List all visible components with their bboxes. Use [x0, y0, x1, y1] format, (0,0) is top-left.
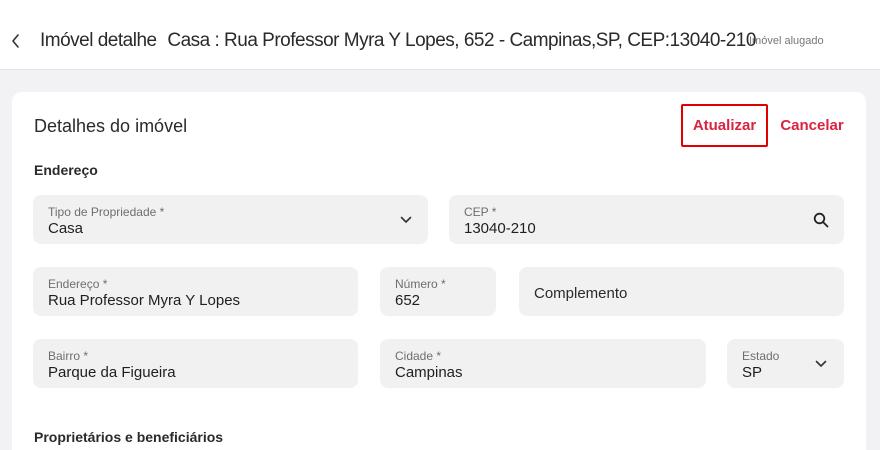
top-bar: Imóvel detalhe Casa : Rua Professor Myra…: [0, 0, 880, 70]
page-title: Imóvel detalhe Casa : Rua Professor Myra…: [40, 30, 756, 52]
street-label: Endereço *: [48, 277, 108, 291]
back-button[interactable]: [6, 30, 24, 56]
street-value: Rua Professor Myra Y Lopes: [48, 292, 241, 309]
status-badge: Imóvel alugado: [749, 35, 824, 47]
page-title-prefix: Imóvel detalhe: [40, 30, 157, 51]
neighborhood-label: Bairro *: [48, 349, 89, 363]
section-title-owners: Proprietários e beneficiários: [34, 429, 224, 445]
chevron-down-icon: [397, 211, 415, 229]
complement-field[interactable]: Complemento: [519, 267, 844, 316]
state-select[interactable]: Estado SP: [727, 339, 844, 388]
number-field[interactable]: Número * 652: [380, 267, 496, 316]
neighborhood-value: Parque da Figueira: [48, 364, 176, 381]
update-button[interactable]: Atualizar: [681, 104, 768, 147]
number-value: 652: [395, 292, 421, 309]
property-type-label: Tipo de Propriedade *: [48, 205, 165, 219]
section-title-address: Endereço: [34, 162, 98, 178]
cancel-button[interactable]: Cancelar: [776, 104, 848, 147]
property-type-select[interactable]: Tipo de Propriedade * Casa: [33, 195, 428, 244]
city-field[interactable]: Cidade * Campinas: [380, 339, 706, 388]
cep-field[interactable]: CEP * 13040-210: [449, 195, 844, 244]
city-value: Campinas: [395, 364, 463, 381]
number-label: Número *: [395, 277, 446, 291]
city-label: Cidade *: [395, 349, 442, 363]
cep-label: CEP *: [464, 205, 497, 219]
search-icon[interactable]: [812, 211, 830, 229]
street-field[interactable]: Endereço * Rua Professor Myra Y Lopes: [33, 267, 358, 316]
chevron-down-icon: [812, 355, 830, 373]
card-title: Detalhes do imóvel: [34, 116, 188, 136]
property-details-card: Detalhes do imóvel Atualizar Cancelar En…: [12, 92, 866, 450]
cep-value: 13040-210: [464, 220, 536, 237]
neighborhood-field[interactable]: Bairro * Parque da Figueira: [33, 339, 358, 388]
property-type-value: Casa: [48, 220, 84, 237]
page-title-address: Casa : Rua Professor Myra Y Lopes, 652 -…: [167, 30, 756, 51]
complement-placeholder: Complemento: [534, 285, 628, 302]
chevron-left-icon: [10, 33, 20, 54]
state-value: SP: [742, 364, 763, 381]
state-label: Estado: [742, 349, 780, 363]
